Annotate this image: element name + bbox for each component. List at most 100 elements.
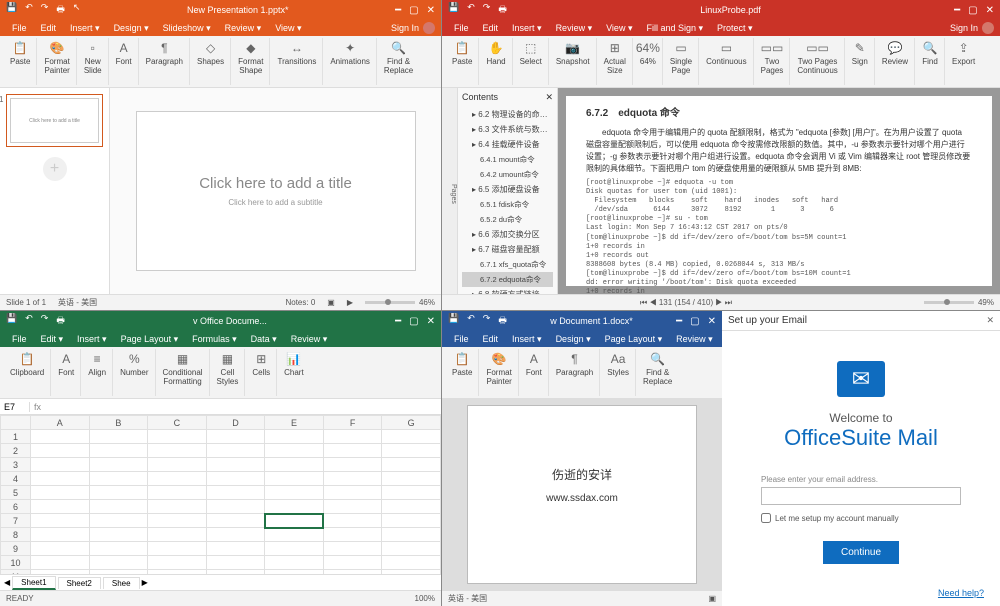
corner-cell[interactable] <box>1 416 31 430</box>
cell-C4[interactable] <box>148 472 207 486</box>
cell-G7[interactable] <box>382 514 441 528</box>
cell-F2[interactable] <box>323 444 382 458</box>
name-box[interactable]: E7 <box>0 402 30 412</box>
ribbon-[interactable]: 64%64% <box>634 38 663 85</box>
col-header-D[interactable]: D <box>206 416 265 430</box>
cell-F4[interactable] <box>323 472 382 486</box>
menu-file[interactable]: File <box>6 22 33 34</box>
ribbon-find[interactable]: 🔍Find <box>916 38 945 85</box>
close-icon[interactable]: ✕ <box>986 315 994 326</box>
row-header-7[interactable]: 7 <box>1 514 31 528</box>
save-icon[interactable]: 💾 <box>448 313 459 329</box>
cell-D4[interactable] <box>206 472 265 486</box>
sheet-tab-2[interactable]: Sheet2 <box>58 577 101 589</box>
menu-design[interactable]: Design ▾ <box>550 333 597 346</box>
undo-icon[interactable]: ↶ <box>25 2 33 18</box>
slide-thumb-1[interactable]: 1 Click here to add a title <box>6 94 103 147</box>
view-normal-icon[interactable]: ▣ <box>327 298 335 307</box>
spreadsheet-grid[interactable]: ABCDEFG1234567891011121314 <box>0 415 441 574</box>
col-header-G[interactable]: G <box>382 416 441 430</box>
tab-nav-next-icon[interactable]: ▶ <box>142 578 148 587</box>
ribbon-paragraph[interactable]: ¶Paragraph <box>140 38 190 85</box>
language-status[interactable]: 英语 - 美国 <box>448 593 487 604</box>
save-icon[interactable]: 💾 <box>448 2 459 18</box>
cell-F7[interactable] <box>323 514 382 528</box>
ribbon-cell-styles[interactable]: ▦Cell Styles <box>211 349 246 396</box>
cell-D5[interactable] <box>206 486 265 500</box>
cell-E2[interactable] <box>265 444 324 458</box>
maximize-icon[interactable]: ▢ <box>968 5 977 16</box>
ribbon-snapshot[interactable]: 📷Snapshot <box>550 38 597 85</box>
ribbon-actual-size[interactable]: ⊞Actual Size <box>598 38 633 85</box>
zoom-level[interactable]: 46% <box>419 298 435 307</box>
tab-nav-prev-icon[interactable]: ◀ <box>4 578 10 587</box>
cell-G1[interactable] <box>382 430 441 444</box>
cell-A10[interactable] <box>31 556 90 570</box>
col-header-B[interactable]: B <box>89 416 148 430</box>
language-status[interactable]: 英语 - 美国 <box>58 297 97 308</box>
toc-item[interactable]: 6.4.2 umount命令 <box>462 167 553 182</box>
col-header-F[interactable]: F <box>323 416 382 430</box>
menu-file[interactable]: File <box>448 333 475 345</box>
close-icon[interactable]: ✕ <box>708 316 716 327</box>
menu-edit[interactable]: Edit <box>477 22 505 34</box>
toc-close-icon[interactable]: ✕ <box>545 92 553 103</box>
menu-review[interactable]: Review ▾ <box>670 333 719 346</box>
toc-item[interactable]: 6.5.2 du命令 <box>462 212 553 227</box>
zoom-level[interactable]: 100% <box>415 594 435 603</box>
menu-slideshow[interactable]: Slideshow ▾ <box>157 22 217 35</box>
word-page[interactable]: 伤逝的安详 www.ssdax.com <box>467 405 697 584</box>
redo-icon[interactable]: ↷ <box>483 313 491 329</box>
page-nav-first-icon[interactable]: ⏮ <box>640 298 647 307</box>
cell-B9[interactable] <box>89 542 148 556</box>
menu-pagelayout[interactable]: Page Layout ▾ <box>115 333 185 346</box>
pdf-page-view[interactable]: 6.7.2 edquota 命令 edquota 命令用于编辑用户的 quota… <box>558 88 1000 294</box>
menu-fillsign[interactable]: Fill and Sign ▾ <box>640 22 709 35</box>
menu-edit[interactable]: Edit ▾ <box>35 333 70 346</box>
cell-E5[interactable] <box>265 486 324 500</box>
cell-C3[interactable] <box>148 458 207 472</box>
email-input[interactable] <box>761 487 961 505</box>
cell-A6[interactable] <box>31 500 90 514</box>
redo-icon[interactable]: ↷ <box>483 2 491 18</box>
ribbon-find--replace[interactable]: 🔍Find & Replace <box>378 38 419 85</box>
menu-file[interactable]: File <box>6 333 33 345</box>
close-icon[interactable]: ✕ <box>427 316 435 327</box>
cell-B4[interactable] <box>89 472 148 486</box>
ribbon-find--replace[interactable]: 🔍Find & Replace <box>637 349 678 396</box>
ribbon-format-painter[interactable]: 🎨Format Painter <box>480 349 518 396</box>
cell-B10[interactable] <box>89 556 148 570</box>
cell-C1[interactable] <box>148 430 207 444</box>
cell-A3[interactable] <box>31 458 90 472</box>
menu-edit[interactable]: Edit <box>477 333 505 345</box>
ribbon-two-pages-continuous[interactable]: ▭▭Two Pages Continuous <box>791 38 844 85</box>
view-page-icon[interactable]: ▣ <box>708 594 716 603</box>
ribbon-new-slide[interactable]: ▫New Slide <box>78 38 109 85</box>
cell-F5[interactable] <box>323 486 382 500</box>
row-header-1[interactable]: 1 <box>1 430 31 444</box>
menu-insert[interactable]: Insert ▾ <box>71 333 113 346</box>
ribbon-font[interactable]: AFont <box>52 349 81 396</box>
sheet-tab-3[interactable]: Shee <box>103 577 140 589</box>
ribbon-paste[interactable]: 📋Paste <box>446 38 479 85</box>
cell-E1[interactable] <box>265 430 324 444</box>
cell-A2[interactable] <box>31 444 90 458</box>
cell-E7[interactable] <box>265 514 324 528</box>
cell-D6[interactable] <box>206 500 265 514</box>
col-header-E[interactable]: E <box>265 416 324 430</box>
menu-protect[interactable]: Protect ▾ <box>711 22 759 35</box>
cell-B5[interactable] <box>89 486 148 500</box>
ribbon-format-shape[interactable]: ◆Format Shape <box>232 38 270 85</box>
ribbon-font[interactable]: AFont <box>110 38 139 85</box>
cell-G9[interactable] <box>382 542 441 556</box>
word-canvas[interactable]: 伤逝的安详 www.ssdax.com <box>442 399 722 590</box>
cell-D10[interactable] <box>206 556 265 570</box>
cell-D3[interactable] <box>206 458 265 472</box>
save-icon[interactable]: 💾 <box>6 313 17 329</box>
ribbon-paste[interactable]: 📋Paste <box>446 349 479 396</box>
row-header-4[interactable]: 4 <box>1 472 31 486</box>
cursor-icon[interactable]: ↖ <box>73 2 81 18</box>
ribbon-hand[interactable]: ✋Hand <box>480 38 512 85</box>
cell-F9[interactable] <box>323 542 382 556</box>
toc-item[interactable]: 6.4.1 mount命令 <box>462 152 553 167</box>
